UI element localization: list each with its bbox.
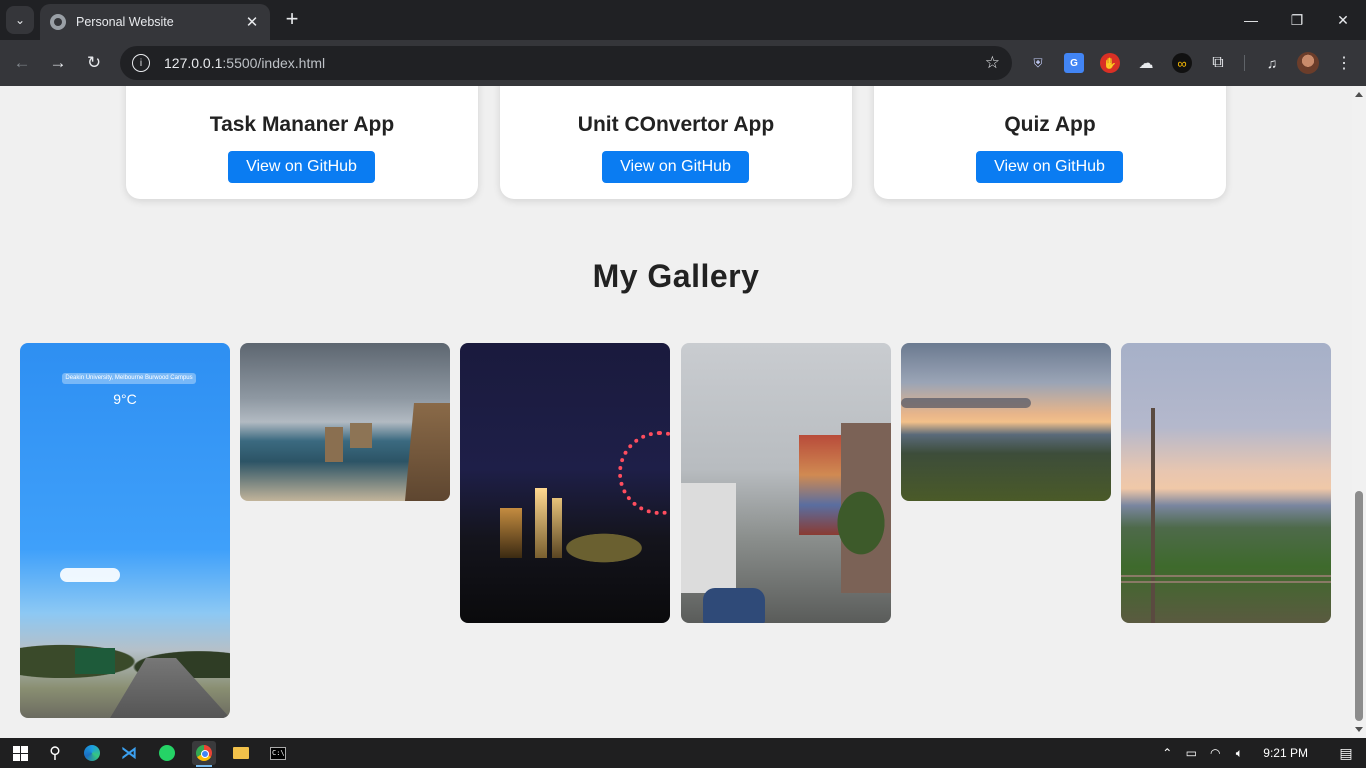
fence-shape bbox=[1121, 575, 1331, 583]
restore-button[interactable]: ❐ bbox=[1274, 0, 1320, 40]
chevron-up-icon[interactable]: ⌃ bbox=[1155, 746, 1179, 760]
gallery-photo-sunset-field[interactable] bbox=[1121, 343, 1331, 623]
windows-logo-icon bbox=[12, 745, 28, 761]
project-title: Unit COnvertor App bbox=[577, 113, 775, 136]
trees-shape bbox=[560, 523, 670, 573]
cloud-extension-icon[interactable]: ☁ bbox=[1136, 53, 1156, 73]
view-on-github-button[interactable]: View on GitHub bbox=[976, 151, 1123, 183]
tree-shape bbox=[831, 483, 891, 563]
minimize-button[interactable]: — bbox=[1228, 0, 1274, 40]
cliff-shape bbox=[405, 403, 450, 501]
project-card: Quiz App View on GitHub bbox=[874, 86, 1226, 199]
url-text[interactable]: 127.0.0.1:5500/index.html bbox=[164, 55, 985, 71]
edge-icon[interactable] bbox=[80, 741, 104, 765]
reload-icon: ↻ bbox=[86, 53, 102, 72]
terminal-icon[interactable]: C:\ bbox=[266, 741, 290, 765]
view-on-github-button[interactable]: View on GitHub bbox=[602, 151, 749, 183]
chrome-icon[interactable] bbox=[192, 741, 216, 767]
star-icon[interactable]: ☆ bbox=[985, 53, 1000, 73]
kebab-menu-icon[interactable]: ⋮ bbox=[1334, 53, 1354, 73]
info-icon[interactable]: i bbox=[132, 54, 150, 72]
translate-extension-icon[interactable]: G bbox=[1064, 53, 1084, 73]
puzzle-icon[interactable]: ⧉ bbox=[1208, 53, 1228, 73]
road-sign-shape bbox=[75, 648, 115, 674]
ferris-wheel-shape bbox=[618, 431, 670, 515]
project-title: Quiz App bbox=[1004, 113, 1096, 136]
notification-icon[interactable]: ▤ bbox=[1326, 745, 1366, 762]
toolbar-divider bbox=[1244, 55, 1245, 71]
building-shape bbox=[500, 508, 522, 558]
gallery-photo-mural-street[interactable] bbox=[681, 343, 891, 623]
arrow-right-icon: → bbox=[49, 53, 67, 72]
media-control-icon[interactable]: ♫ bbox=[1262, 53, 1282, 73]
start-button[interactable] bbox=[8, 741, 32, 765]
globe-icon bbox=[50, 14, 66, 30]
back-button[interactable]: ← bbox=[10, 51, 34, 75]
gallery-heading: My Gallery bbox=[592, 258, 760, 294]
reload-button[interactable]: ↻ bbox=[82, 51, 106, 75]
trees-shape bbox=[20, 623, 230, 678]
building-shape bbox=[681, 483, 736, 593]
gallery-photo-coastline[interactable] bbox=[240, 343, 450, 501]
gallery-photo-night-city[interactable] bbox=[460, 343, 670, 623]
battery-icon[interactable]: ▭ bbox=[1179, 746, 1203, 760]
vscode-icon[interactable]: ⋊ bbox=[117, 741, 141, 765]
url-path: :5500/index.html bbox=[222, 55, 326, 71]
system-tray: ⌃ ▭ ◠ 🔈︎ 9:21 PM ▤ bbox=[1155, 738, 1366, 768]
close-icon: ✕ bbox=[1337, 11, 1349, 28]
close-window-button[interactable]: ✕ bbox=[1320, 0, 1366, 40]
rock-stack-shape bbox=[350, 423, 372, 448]
infinity-extension-icon[interactable]: ∞ bbox=[1172, 53, 1192, 73]
scroll-down-icon[interactable] bbox=[1355, 727, 1363, 732]
windows-taskbar: ⚲ ⋊ C:\ ⌃ ▭ ◠ 🔈︎ 9:21 PM ▤ bbox=[0, 738, 1366, 768]
tab-search-button[interactable]: ⌄ bbox=[6, 6, 34, 34]
forward-button[interactable]: → bbox=[46, 51, 70, 75]
bare-tree-shape bbox=[1133, 408, 1173, 623]
profile-avatar[interactable] bbox=[1297, 52, 1319, 74]
project-card: Unit COnvertor App View on GitHub bbox=[500, 86, 852, 199]
close-icon[interactable]: ✕ bbox=[244, 14, 260, 31]
arrow-left-icon: ← bbox=[13, 53, 31, 72]
gallery-photo-sunset-hills[interactable] bbox=[901, 343, 1111, 501]
cloud-shape bbox=[901, 398, 1031, 408]
browser-toolbar: ← → ↻ i 127.0.0.1:5500/index.html ☆ ⛨ G … bbox=[0, 40, 1366, 86]
scroll-up-icon[interactable] bbox=[1355, 92, 1363, 97]
minimize-icon: — bbox=[1244, 12, 1258, 28]
view-on-github-button[interactable]: View on GitHub bbox=[228, 151, 375, 183]
address-bar[interactable]: i 127.0.0.1:5500/index.html ☆ bbox=[120, 46, 1012, 80]
page-scrollbar[interactable] bbox=[1352, 86, 1366, 738]
scrollbar-thumb[interactable] bbox=[1355, 491, 1363, 721]
location-sticker: Deakin University, Melbourne Burwood Cam… bbox=[62, 373, 196, 384]
hand-extension-icon[interactable]: ✋ bbox=[1100, 53, 1120, 73]
restore-icon: ❐ bbox=[1290, 11, 1304, 28]
temperature-sticker: 9°C bbox=[113, 391, 137, 407]
volume-icon[interactable]: 🔈︎ bbox=[1227, 746, 1251, 761]
project-card: Task Mananer App View on GitHub bbox=[126, 86, 478, 199]
file-explorer-icon[interactable] bbox=[229, 741, 253, 765]
rock-stack-shape bbox=[325, 427, 343, 462]
shield-extension-icon[interactable]: ⛨ bbox=[1028, 53, 1048, 73]
cloud-shape bbox=[60, 568, 120, 582]
project-title: Task Mananer App bbox=[209, 113, 395, 136]
tab-title: Personal Website bbox=[76, 15, 174, 29]
car-shape bbox=[703, 588, 765, 623]
chevron-down-icon: ⌄ bbox=[14, 13, 26, 27]
browser-tabstrip: ⌄ Personal Website ✕ + — ❐ ✕ bbox=[0, 0, 1366, 40]
page-viewport: Task Mananer App View on GitHub Unit COn… bbox=[0, 86, 1366, 738]
url-host: 127.0.0.1 bbox=[164, 55, 223, 71]
new-tab-button[interactable]: + bbox=[280, 8, 304, 32]
wifi-icon[interactable]: ◠ bbox=[1203, 746, 1227, 760]
building-shape bbox=[535, 488, 547, 558]
whatsapp-icon[interactable] bbox=[155, 741, 179, 765]
tab-personal-website[interactable]: Personal Website ✕ bbox=[40, 4, 270, 40]
clock[interactable]: 9:21 PM bbox=[1263, 746, 1308, 760]
search-icon[interactable]: ⚲ bbox=[43, 741, 67, 765]
window-controls: — ❐ ✕ bbox=[1228, 0, 1366, 40]
gallery-photo-street-sky[interactable]: Deakin University, Melbourne Burwood Cam… bbox=[20, 343, 230, 718]
